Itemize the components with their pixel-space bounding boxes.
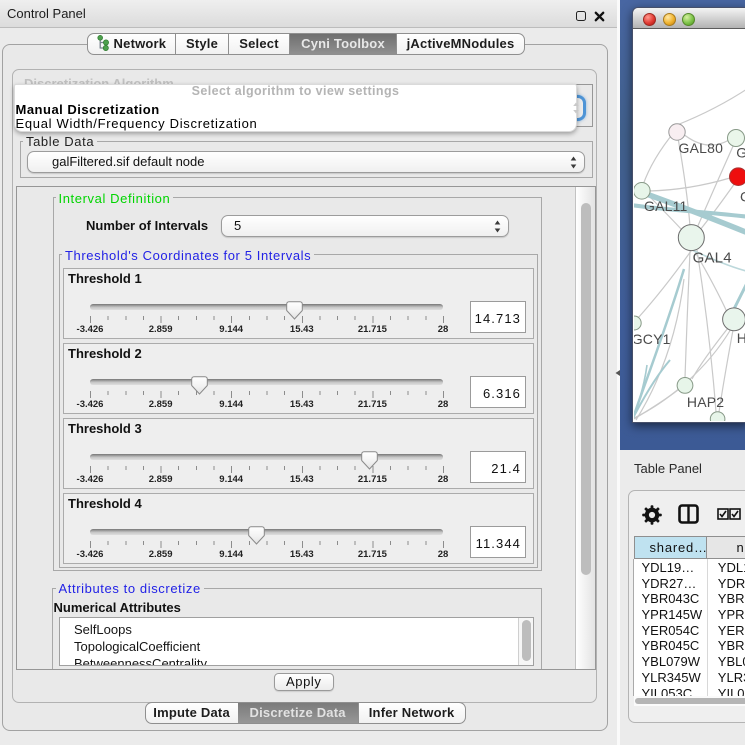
svg-text:HAP2: HAP2 [686, 394, 723, 410]
svg-text:GAL11: GAL11 [644, 198, 688, 214]
svg-text:GAL80: GAL80 [678, 140, 723, 156]
svg-text:GCY1: GCY1 [634, 331, 671, 347]
svg-text:GA: GA [736, 145, 745, 161]
svg-text:GAL4: GAL4 [692, 250, 731, 267]
svg-text:C: C [740, 189, 745, 205]
svg-text:H: H [736, 330, 745, 346]
